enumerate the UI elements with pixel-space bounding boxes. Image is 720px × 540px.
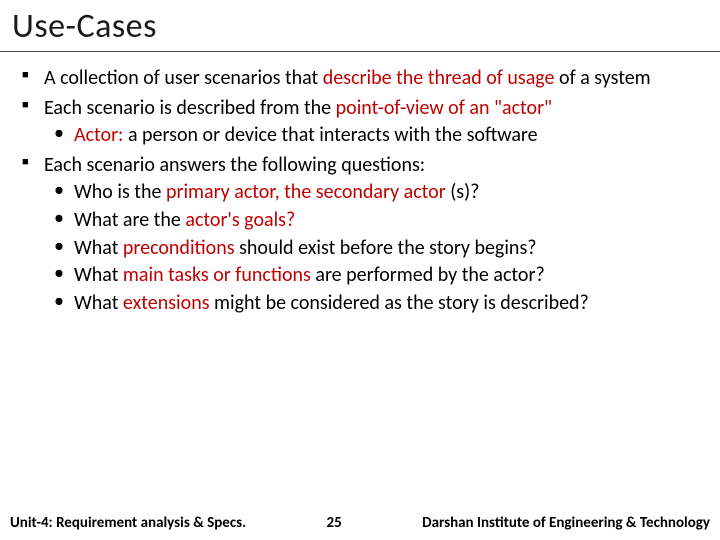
text-run: (s)? bbox=[450, 180, 479, 204]
sub-bullet-list: Actor: a person or device that interacts… bbox=[44, 123, 692, 149]
text-run: A collection of user scenarios that bbox=[44, 66, 323, 90]
text-highlight: describe the thread of usage bbox=[323, 66, 559, 90]
footer-left: Unit-4: Requirement analysis & Specs. bbox=[10, 514, 246, 532]
slide-content: A collection of user scenarios that desc… bbox=[0, 52, 720, 316]
text-run: Each scenario is described from the bbox=[44, 96, 336, 120]
bullet-level2: Actor: a person or device that interacts… bbox=[44, 123, 692, 149]
bullet-level2: What preconditions should exist before t… bbox=[44, 236, 692, 262]
text-run: Who is the bbox=[74, 180, 166, 204]
bullet-level2: What main tasks or functions are perform… bbox=[44, 263, 692, 289]
text-run: should exist before the story begins? bbox=[239, 236, 536, 260]
text-highlight: extensions bbox=[123, 291, 214, 315]
text-run: What bbox=[74, 236, 123, 260]
slide-footer: Unit-4: Requirement analysis & Specs. 25… bbox=[0, 514, 720, 532]
text-run: Each scenario answers the following ques… bbox=[44, 153, 425, 177]
text-highlight: preconditions bbox=[123, 236, 239, 260]
bullet-level2: Who is the primary actor, the secondary … bbox=[44, 180, 692, 206]
bullet-list: A collection of user scenarios that desc… bbox=[20, 66, 692, 316]
bullet-level1: A collection of user scenarios that desc… bbox=[20, 66, 692, 92]
footer-right: Darshan Institute of Engineering & Techn… bbox=[422, 514, 710, 532]
bullet-level2: What are the actor's goals? bbox=[44, 208, 692, 234]
text-highlight: main tasks or functions bbox=[123, 263, 315, 287]
text-run: What bbox=[74, 291, 123, 315]
text-run: of a system bbox=[559, 66, 651, 90]
text-highlight: point-of-view of an "actor" bbox=[336, 96, 552, 120]
slide-title: Use-Cases bbox=[0, 0, 720, 52]
text-highlight: primary actor, the secondary actor bbox=[166, 180, 450, 204]
footer-page-number: 25 bbox=[313, 514, 356, 532]
text-run: are performed by the actor? bbox=[315, 263, 544, 287]
text-run: What bbox=[74, 263, 123, 287]
text-run: a person or device bbox=[128, 123, 282, 147]
text-highlight: Actor: bbox=[74, 123, 128, 147]
text-highlight: actor's goals? bbox=[185, 208, 295, 232]
text-run: might be considered as the story is desc… bbox=[214, 291, 589, 315]
sub-bullet-list: Who is the primary actor, the secondary … bbox=[44, 180, 692, 316]
bullet-level2: What extensions might be considered as t… bbox=[44, 291, 692, 317]
bullet-level1: Each scenario is described from the poin… bbox=[20, 96, 692, 149]
text-run: that interacts with the software bbox=[281, 123, 537, 147]
bullet-level1: Each scenario answers the following ques… bbox=[20, 153, 692, 317]
slide: Use-Cases A collection of user scenarios… bbox=[0, 0, 720, 540]
text-run: What are the bbox=[74, 208, 185, 232]
